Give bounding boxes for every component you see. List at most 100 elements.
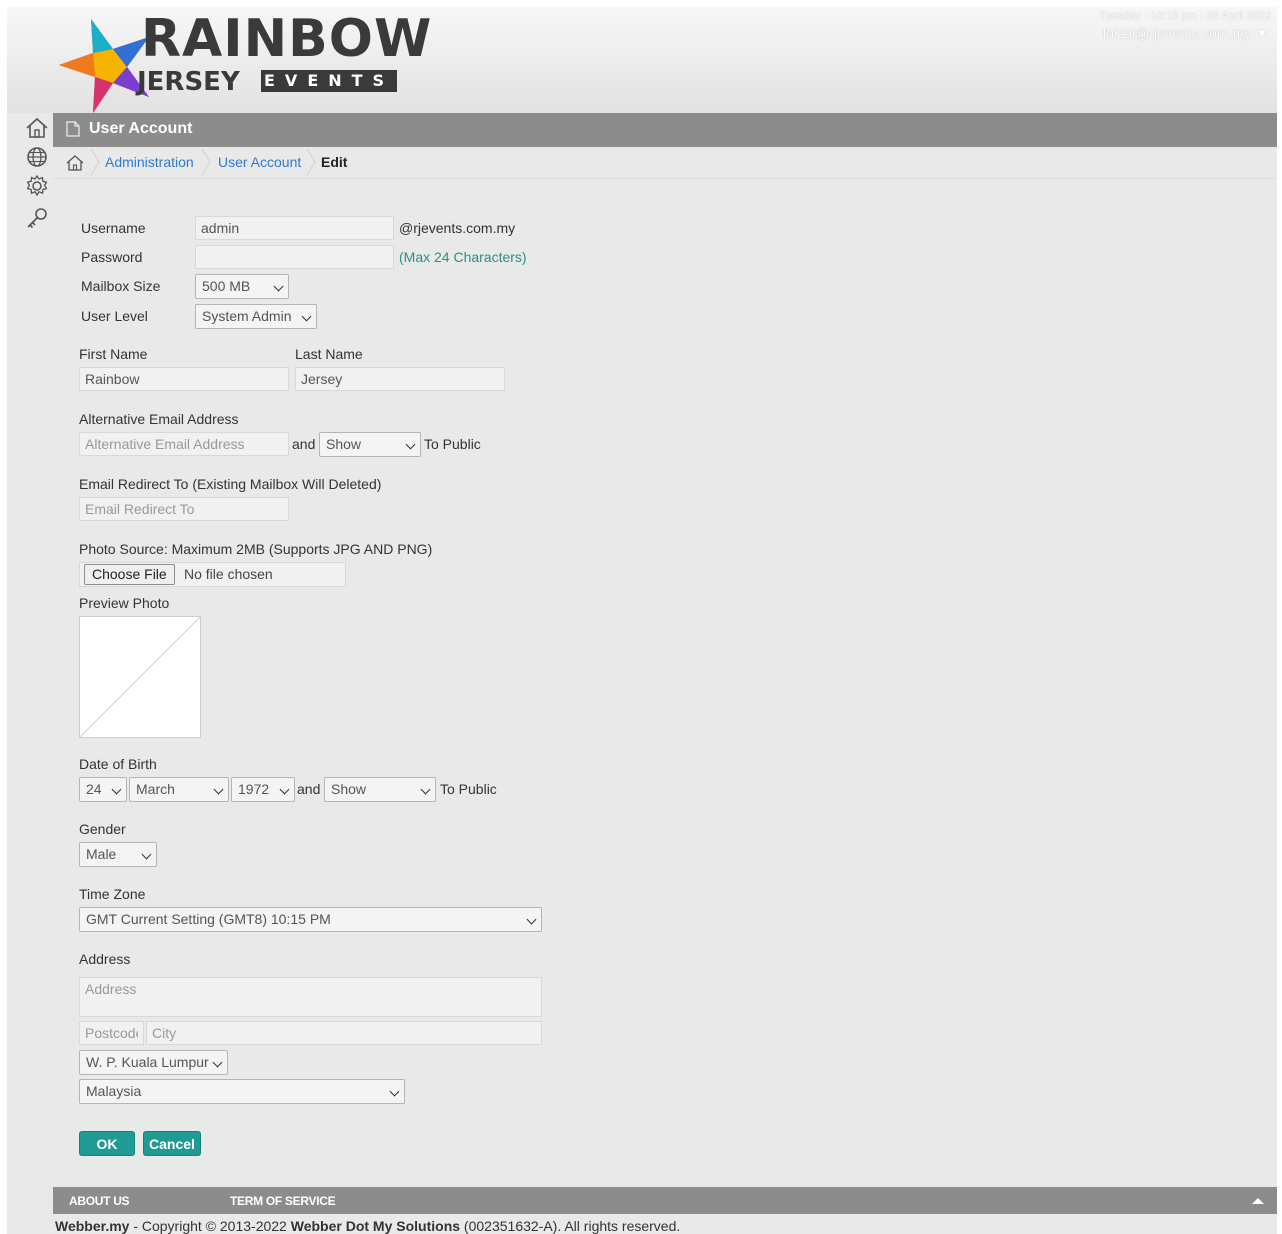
alt-email-and-text: and (292, 436, 316, 452)
user-level-value: System Admin (202, 308, 292, 324)
preview-photo-label: Preview Photo (79, 595, 170, 611)
alt-email-visibility-value: Show (326, 436, 362, 452)
postcode-field[interactable] (79, 1021, 144, 1045)
copyright-text: Webber.my - Copyright © 2013-2022 Webber… (55, 1218, 680, 1234)
alt-email-label: Alternative Email Address (79, 411, 239, 427)
mailbox-size-select[interactable]: 500 MB (195, 274, 289, 299)
chevron-down-icon (526, 914, 537, 925)
footer-about-link[interactable]: ABOUT US (69, 1194, 130, 1208)
gender-select[interactable]: Male (79, 842, 157, 867)
user-account-menu[interactable]: faizal@rjevents.com.my ▼ (1102, 25, 1269, 41)
last-name-label: Last Name (295, 346, 363, 362)
mailbox-size-value: 500 MB (202, 278, 251, 294)
username-domain-suffix: @rjevents.com.my (399, 220, 516, 236)
breadcrumb-separator (306, 149, 316, 175)
password-hint: (Max 24 Characters) (399, 249, 527, 265)
scroll-top-arrow-icon[interactable] (1252, 1198, 1264, 1204)
country-select[interactable]: Malaysia (79, 1079, 405, 1104)
globe-icon[interactable] (24, 144, 50, 170)
footer-terms-link[interactable]: TERM OF SERVICE (230, 1194, 336, 1208)
breadcrumb-separator (90, 149, 100, 175)
cancel-button[interactable]: Cancel (143, 1131, 201, 1156)
username-field[interactable]: admin (195, 216, 394, 240)
side-nav (24, 115, 50, 234)
country-value: Malaysia (86, 1083, 142, 1099)
gear-icon[interactable] (24, 173, 50, 199)
password-label: Password (81, 249, 143, 265)
chevron-down-icon (273, 281, 284, 292)
brand-name-events: EVENTS (261, 70, 398, 92)
first-name-field[interactable]: Rainbow (79, 367, 289, 391)
email-redirect-label: Email Redirect To (Existing Mailbox Will… (79, 476, 382, 492)
chevron-down-icon (301, 311, 312, 322)
page-title: User Account (89, 120, 193, 137)
photo-preview-placeholder (79, 616, 201, 738)
dob-month-value: March (136, 781, 175, 797)
breadcrumb-user-account[interactable]: User Account (218, 154, 301, 170)
photo-source-label: Photo Source: Maximum 2MB (Supports JPG … (79, 541, 433, 557)
footer-bar: ABOUT US TERM OF SERVICE (53, 1187, 1277, 1214)
chevron-down-icon (405, 439, 416, 450)
state-select[interactable]: W. P. Kuala Lumpur (79, 1050, 228, 1075)
photo-file-input[interactable]: Choose File No file chosen (79, 562, 346, 587)
document-icon (66, 121, 80, 137)
chevron-down-icon (213, 784, 224, 795)
current-datetime: Tuesday • 10:15 pm • 05 April 2022 (1099, 10, 1271, 22)
address-label: Address (79, 951, 131, 967)
email-redirect-field[interactable] (79, 497, 289, 521)
key-icon[interactable] (24, 205, 50, 231)
home-icon[interactable] (24, 115, 50, 141)
dob-and-text: and (297, 781, 321, 797)
last-name-field[interactable]: Jersey (295, 367, 505, 391)
ok-button[interactable]: OK (79, 1131, 135, 1156)
copyright-brand[interactable]: Webber.my (55, 1218, 129, 1234)
username-label: Username (81, 220, 146, 236)
city-field[interactable] (146, 1021, 542, 1045)
dob-month-select[interactable]: March (129, 777, 229, 802)
time-zone-value: GMT Current Setting (GMT8) 10:15 PM (86, 911, 331, 927)
dob-visibility-value: Show (331, 781, 367, 797)
main-content: User Account Administration User Account… (53, 113, 1277, 1186)
state-value: W. P. Kuala Lumpur (86, 1054, 209, 1070)
dob-day-select[interactable]: 24 (79, 777, 127, 802)
dob-year-value: 1972 (238, 781, 270, 797)
alt-email-field[interactable] (79, 432, 289, 456)
dob-visibility-select[interactable]: Show (324, 777, 436, 802)
dob-year-select[interactable]: 1972 (231, 777, 295, 802)
alt-email-visibility-select[interactable]: Show (319, 432, 421, 457)
chevron-down-icon (212, 1057, 223, 1068)
password-field[interactable] (195, 245, 394, 269)
breadcrumb-home-icon[interactable] (66, 155, 84, 171)
chevron-down-icon (141, 849, 152, 860)
chevron-down-icon (420, 784, 431, 795)
dob-to-public-text: To Public (440, 781, 497, 797)
breadcrumb-administration[interactable]: Administration (105, 154, 194, 170)
gender-value: Male (86, 846, 117, 862)
alt-email-to-public-text: To Public (424, 436, 481, 452)
chevron-down-icon (111, 784, 122, 795)
page-title-bar: User Account (53, 113, 1277, 147)
copyright-middle: - Copyright © 2013-2022 (129, 1218, 291, 1234)
dob-label: Date of Birth (79, 756, 157, 772)
copyright-company: Webber Dot My Solutions (290, 1218, 461, 1234)
breadcrumb: Administration User Account Edit (53, 147, 1277, 179)
choose-file-button[interactable]: Choose File (84, 564, 175, 585)
file-status-text: No file chosen (184, 566, 273, 582)
user-level-label: User Level (81, 308, 148, 324)
chevron-down-icon (279, 784, 290, 795)
mailbox-size-label: Mailbox Size (81, 278, 161, 294)
brand-name-jersey: JERSEY (137, 67, 240, 97)
copyright-tail: (002351632-A). All rights reserved. (460, 1218, 681, 1234)
breadcrumb-edit: Edit (321, 154, 348, 170)
time-zone-select[interactable]: GMT Current Setting (GMT8) 10:15 PM (79, 907, 542, 932)
user-level-select[interactable]: System Admin (195, 304, 317, 329)
first-name-label: First Name (79, 346, 148, 362)
dob-day-value: 24 (86, 781, 102, 797)
site-header: RAINBOW JERSEY EVENTS Tuesday • 10:15 pm… (7, 7, 1277, 113)
gender-label: Gender (79, 821, 126, 837)
breadcrumb-separator (201, 149, 211, 175)
address-textarea[interactable]: Address (79, 977, 542, 1017)
brand-name-rainbow: RAINBOW (141, 9, 433, 69)
time-zone-label: Time Zone (79, 886, 146, 902)
chevron-down-icon (389, 1086, 400, 1097)
